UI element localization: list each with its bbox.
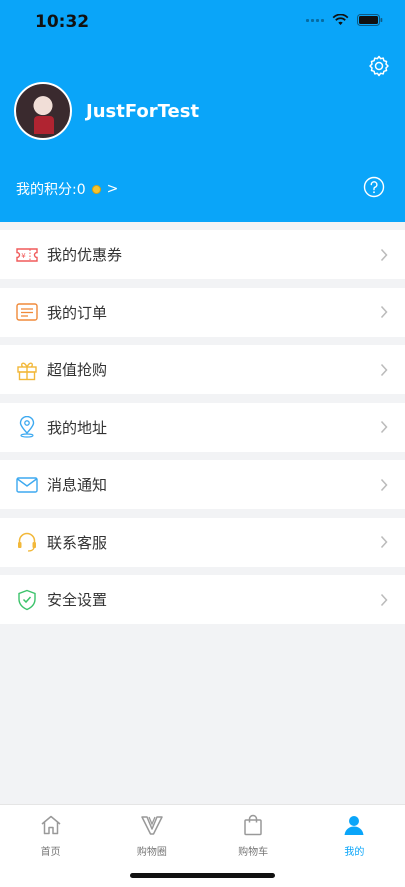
tab-home[interactable]: 首页: [0, 805, 101, 887]
avatar[interactable]: [14, 82, 72, 140]
status-time: 10:32: [35, 12, 90, 32]
wifi-icon: [332, 14, 349, 25]
menu-item-orders[interactable]: 我的订单: [0, 287, 405, 337]
menu-item-customer-service[interactable]: 联系客服: [0, 517, 405, 567]
tab-mine[interactable]: 我的: [304, 805, 405, 887]
menu-item-address[interactable]: 我的地址: [0, 402, 405, 452]
profile-header: 10:32 JustForTest 我的积分:0 >: [0, 0, 405, 222]
chevron-right-icon: [380, 478, 388, 491]
gift-icon: [16, 359, 38, 381]
order-icon: [16, 301, 38, 323]
menu-item-flash-sale[interactable]: 超值抢购: [0, 345, 405, 394]
tab-label: 我的: [344, 847, 365, 858]
signal-icon: [306, 18, 324, 22]
tab-label: 首页: [40, 847, 61, 858]
chevron-right-icon: [380, 535, 388, 549]
points-arrow: >: [106, 181, 119, 197]
chevron-right-icon: [380, 593, 388, 606]
settings-gear-icon[interactable]: [367, 54, 391, 78]
menu-label: 联系客服: [47, 533, 108, 552]
help-icon[interactable]: [363, 176, 385, 198]
svg-text:¥: ¥: [21, 252, 26, 260]
menu-item-coupons[interactable]: ¥ 我的优惠券: [0, 230, 405, 279]
menu-label: 超值抢购: [47, 361, 108, 379]
menu-label: 消息通知: [47, 476, 108, 494]
shield-icon: [16, 589, 38, 611]
chevron-right-icon: [380, 420, 388, 434]
menu-label: 我的订单: [47, 303, 108, 322]
points-label: 我的积分:0: [16, 182, 86, 198]
home-icon: [41, 815, 61, 835]
location-icon: [16, 416, 38, 438]
mail-icon: [16, 474, 38, 496]
tab-label: 购物圈: [136, 847, 167, 858]
menu-label: 安全设置: [47, 591, 108, 609]
username: JustForTest: [86, 101, 200, 122]
headset-icon: [16, 531, 38, 553]
menu-item-security[interactable]: 安全设置: [0, 575, 405, 624]
shopping-circle-icon: [141, 816, 163, 835]
chevron-right-icon: [380, 363, 388, 376]
points-row[interactable]: 我的积分:0 >: [16, 179, 118, 199]
menu-list: ¥ 我的优惠券 我的订单 超值抢购 我的地址 消息通知 联系客服 安全设置: [0, 230, 405, 633]
status-bar: 10:32: [0, 0, 405, 44]
menu-label: 我的地址: [47, 418, 108, 437]
user-icon: [344, 816, 364, 835]
menu-item-messages[interactable]: 消息通知: [0, 460, 405, 509]
coupon-icon: ¥: [16, 244, 38, 266]
shopping-bag-icon: [244, 814, 262, 836]
battery-icon: [357, 14, 383, 26]
status-icons: [306, 14, 383, 26]
chevron-right-icon: [380, 248, 388, 261]
home-indicator: [130, 873, 275, 878]
menu-label: 我的优惠券: [47, 246, 123, 264]
tab-label: 购物车: [238, 847, 269, 858]
chevron-right-icon: [380, 305, 388, 319]
coin-icon: [91, 184, 101, 194]
